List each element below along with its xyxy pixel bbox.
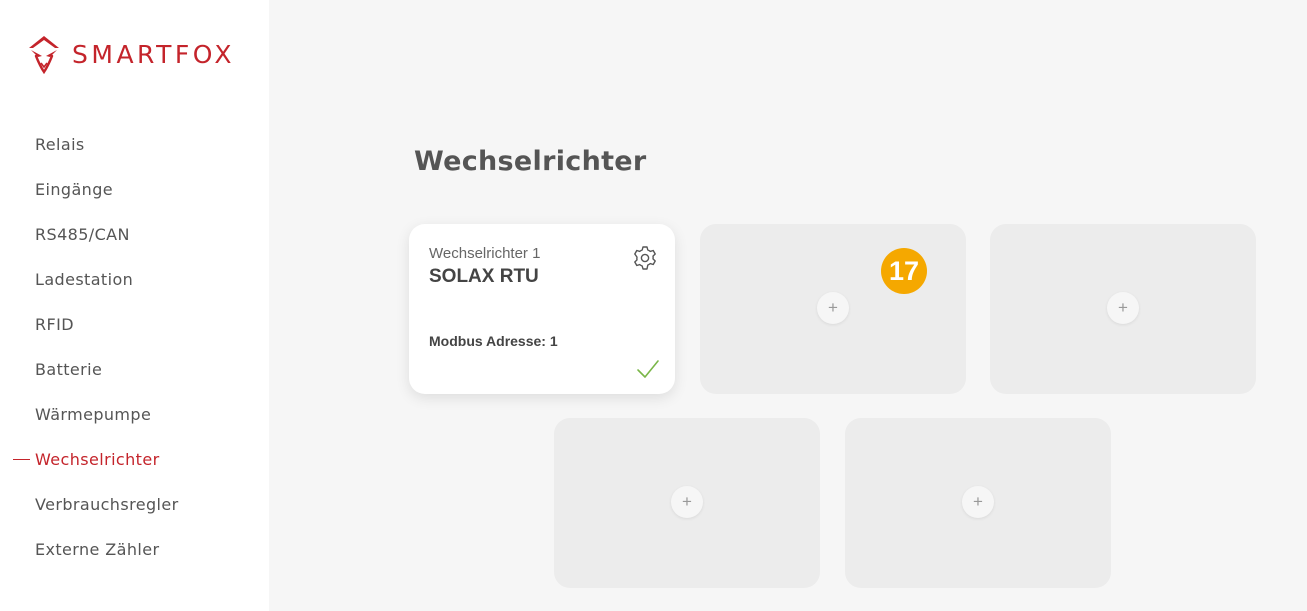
sidebar-item-label: Externe Zähler bbox=[35, 540, 160, 559]
sidebar-item-externe-zaehler[interactable]: Externe Zähler bbox=[0, 527, 269, 572]
sidebar-item-label: Relais bbox=[35, 135, 85, 154]
add-button[interactable]: + bbox=[962, 486, 994, 518]
sidebar-item-label: Wärmepumpe bbox=[35, 405, 152, 424]
add-button[interactable]: + bbox=[1107, 292, 1139, 324]
add-button[interactable]: + bbox=[671, 486, 703, 518]
sidebar-item-rfid[interactable]: RFID bbox=[0, 302, 269, 347]
sidebar-item-eingaenge[interactable]: Eingänge bbox=[0, 167, 269, 212]
sidebar-item-label: RFID bbox=[35, 315, 74, 334]
sidebar-item-label: Eingänge bbox=[35, 180, 113, 199]
sidebar-item-ladestation[interactable]: Ladestation bbox=[0, 257, 269, 302]
fox-logo-icon bbox=[29, 36, 59, 74]
inverter-card[interactable]: Wechselrichter 1 SOLAX RTU Modbus Adress… bbox=[409, 224, 675, 394]
sidebar-item-rs485-can[interactable]: RS485/CAN bbox=[0, 212, 269, 257]
brand-name: SMARTFOX bbox=[72, 39, 235, 69]
sidebar-item-waermepumpe[interactable]: Wärmepumpe bbox=[0, 392, 269, 437]
sidebar-item-label: Wechselrichter bbox=[35, 450, 160, 469]
sidebar-item-label: Batterie bbox=[35, 360, 103, 379]
page-title: Wechselrichter bbox=[414, 146, 647, 177]
logo[interactable]: SMARTFOX bbox=[26, 34, 235, 74]
sidebar-item-label: Verbrauchsregler bbox=[35, 495, 179, 514]
check-icon bbox=[637, 360, 659, 378]
sidebar-item-label: Ladestation bbox=[35, 270, 134, 289]
empty-slot-card[interactable]: + bbox=[845, 418, 1111, 588]
sidebar-item-wechselrichter[interactable]: Wechselrichter bbox=[0, 437, 269, 482]
add-button[interactable]: + bbox=[817, 292, 849, 324]
inverter-card-name: SOLAX RTU bbox=[429, 266, 539, 287]
empty-slot-card[interactable]: + bbox=[700, 224, 966, 394]
empty-slot-card[interactable]: + bbox=[990, 224, 1256, 394]
gear-icon[interactable] bbox=[631, 244, 659, 272]
sidebar-item-label: RS485/CAN bbox=[35, 225, 130, 244]
modbus-address: Modbus Adresse: 1 bbox=[429, 333, 558, 349]
sidebar-nav: Relais Eingänge RS485/CAN Ladestation RF… bbox=[0, 122, 269, 572]
active-indicator bbox=[13, 459, 30, 460]
sidebar: SMARTFOX Relais Eingänge RS485/CAN Lades… bbox=[0, 0, 269, 611]
inverter-card-subtitle: Wechselrichter 1 bbox=[429, 245, 541, 262]
empty-slot-card[interactable]: + bbox=[554, 418, 820, 588]
step-badge: 17 bbox=[881, 248, 927, 294]
sidebar-item-relais[interactable]: Relais bbox=[0, 122, 269, 167]
sidebar-item-verbrauchsregler[interactable]: Verbrauchsregler bbox=[0, 482, 269, 527]
sidebar-item-batterie[interactable]: Batterie bbox=[0, 347, 269, 392]
